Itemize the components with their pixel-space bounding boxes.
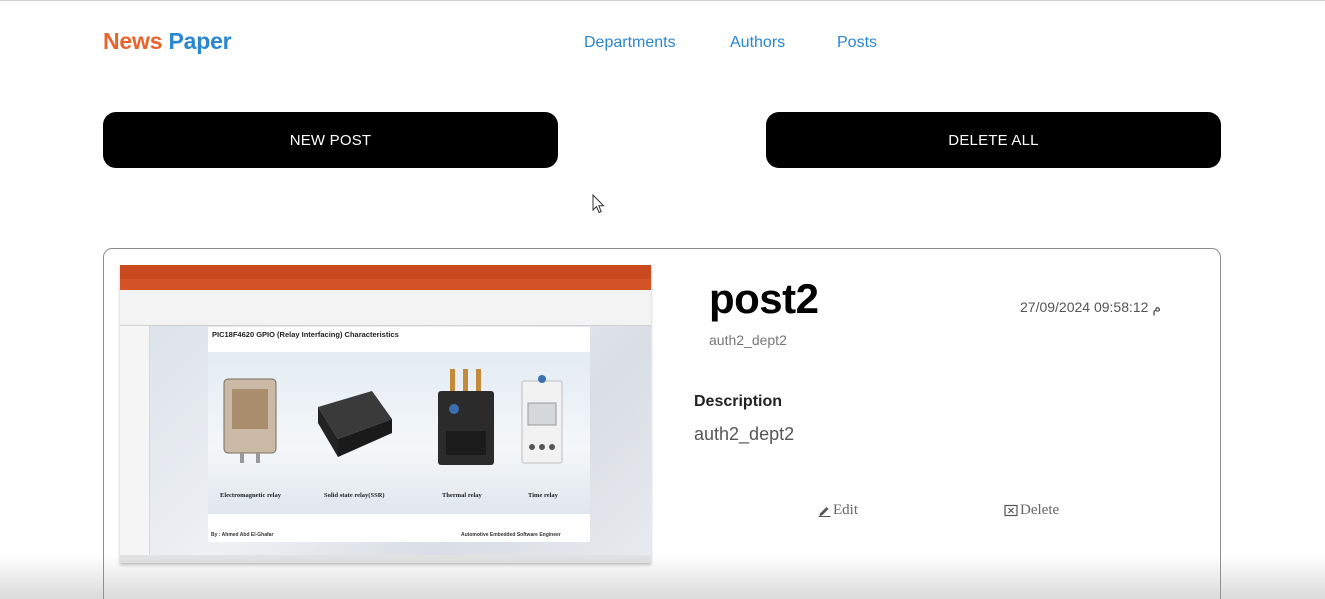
navbar: News Paper Departments Authors Posts (103, 28, 1221, 60)
slide-footer-right: Automotive Embedded Software Engineer (461, 532, 561, 538)
description-value: auth2_dept2 (694, 424, 795, 444)
caption-solid-state: Solid state relay(SSR) (324, 492, 385, 499)
image-row-numbers (120, 326, 150, 555)
nav-link-authors[interactable]: Authors (730, 34, 785, 52)
nav-link-departments[interactable]: Departments (584, 34, 676, 52)
delete-label: Delete (1020, 502, 1060, 518)
image-slide: PIC18F4620 GPIO (Relay Interfacing) Char… (208, 327, 590, 542)
image-ribbon (120, 290, 651, 326)
post-card: PIC18F4620 GPIO (Relay Interfacing) Char… (103, 248, 1221, 599)
edit-button[interactable]: Edit (818, 502, 858, 519)
electromagnetic-relay-icon (223, 378, 277, 463)
brand-part2: Paper (168, 28, 232, 54)
image-titlebar (120, 265, 651, 279)
delete-button[interactable]: Delete (1004, 502, 1059, 519)
solid-state-relay-icon (318, 391, 392, 457)
brand-logo[interactable]: News Paper (103, 28, 232, 55)
image-statusbar (120, 555, 651, 563)
delete-all-button[interactable]: DELETE ALL (766, 112, 1221, 168)
caption-electromagnetic: Electromagnetic relay (220, 492, 281, 499)
post-author-dept: auth2_dept2 (709, 332, 787, 348)
new-post-button[interactable]: NEW POST (103, 112, 558, 168)
slide-title: PIC18F4620 GPIO (Relay Interfacing) Char… (212, 330, 399, 339)
description-label: Description (694, 393, 783, 410)
time-relay-icon (521, 375, 563, 464)
thermal-relay-icon (438, 369, 494, 465)
brand-part1: News (103, 28, 163, 54)
caption-thermal: Thermal relay (442, 492, 482, 499)
caption-time: Time relay (528, 492, 558, 499)
delete-box-icon (1004, 504, 1018, 517)
post-title: post2 (709, 275, 819, 322)
mouse-cursor-icon (592, 194, 605, 214)
post-date: 27/09/2024 09:58:12 م (1020, 299, 1162, 315)
slide-footer-left: By : Ahmed Abd El-Ghafar (211, 532, 274, 538)
edit-label: Edit (833, 502, 858, 518)
image-ribbon-tabs (120, 279, 651, 290)
nav-link-posts[interactable]: Posts (837, 34, 877, 52)
post-image[interactable]: PIC18F4620 GPIO (Relay Interfacing) Char… (120, 265, 651, 563)
pencil-icon (818, 507, 831, 517)
top-border (0, 0, 1325, 1)
